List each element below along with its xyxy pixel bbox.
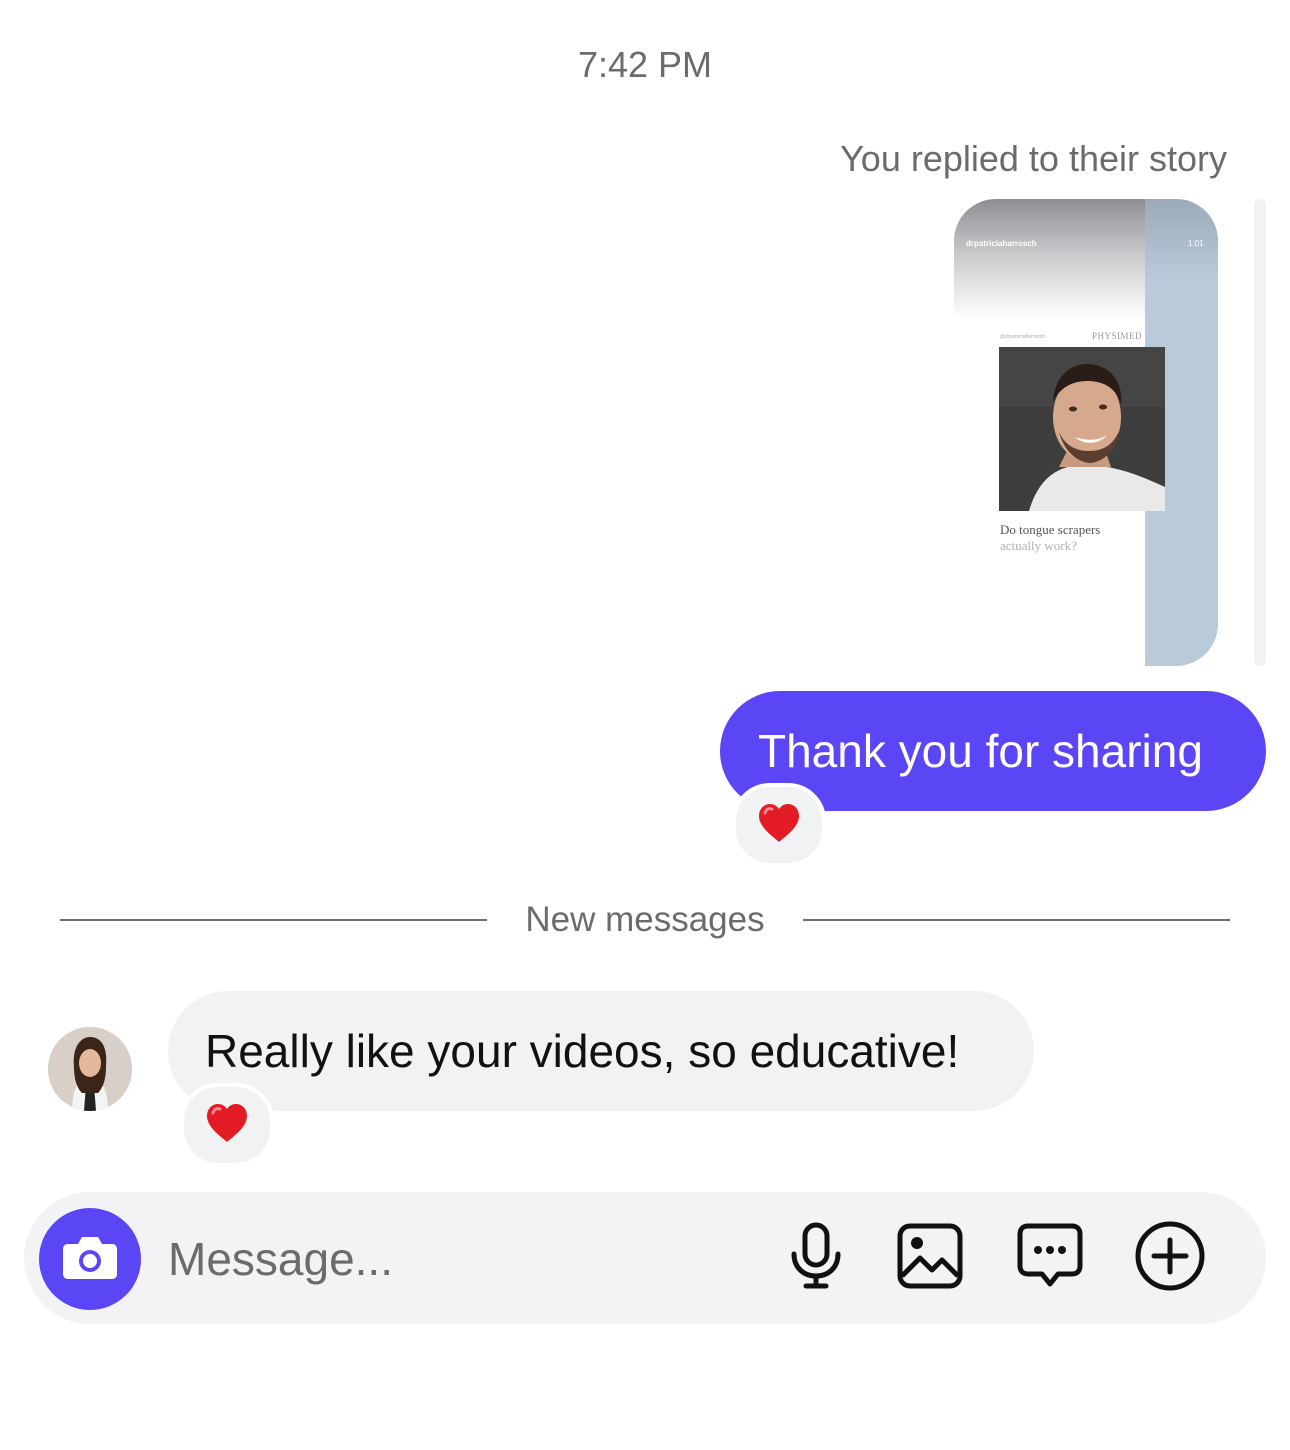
scrollbar[interactable] xyxy=(1254,199,1266,666)
heart-icon xyxy=(757,803,801,848)
gallery-icon xyxy=(896,1222,964,1295)
story-side-band-shade xyxy=(1145,199,1218,279)
camera-button[interactable] xyxy=(39,1208,141,1310)
story-preview[interactable]: drpatriciaharrosch 1:01 @drpatriciaharro… xyxy=(954,199,1218,666)
story-username: drpatriciaharrosch xyxy=(966,239,1037,248)
plus-circle-icon xyxy=(1134,1220,1206,1297)
story-question-line2: actually work? xyxy=(1000,538,1077,553)
divider-line-left xyxy=(60,919,487,921)
more-options-button[interactable] xyxy=(1132,1220,1208,1296)
divider-line-right xyxy=(803,919,1230,921)
outgoing-reaction[interactable] xyxy=(732,783,826,867)
gallery-button[interactable] xyxy=(892,1220,968,1296)
story-time: 1:01 xyxy=(1188,239,1204,248)
voice-message-button[interactable] xyxy=(778,1220,854,1296)
story-question-line1: Do tongue scrapers xyxy=(1000,522,1101,537)
timestamp: 7:42 PM xyxy=(577,44,713,85)
chat-bubble-icon xyxy=(1016,1222,1084,1295)
story-header-gradient xyxy=(954,199,1145,319)
message-input[interactable] xyxy=(168,1224,728,1294)
story-reply-label: You replied to their story xyxy=(840,138,1227,179)
story-handle: @drpatriciaharrosch xyxy=(1000,334,1046,340)
story-photo xyxy=(999,347,1165,511)
incoming-reaction[interactable] xyxy=(180,1083,274,1167)
camera-icon xyxy=(62,1234,118,1285)
heart-icon xyxy=(205,1103,249,1148)
new-messages-divider: New messages xyxy=(525,900,765,939)
sticker-chat-button[interactable] xyxy=(1012,1220,1088,1296)
microphone-icon xyxy=(788,1222,844,1295)
incoming-message-bubble[interactable]: Really like your videos, so educative! xyxy=(168,991,1034,1111)
story-brand: PHYSIMED xyxy=(1092,331,1143,341)
avatar[interactable] xyxy=(48,1027,132,1111)
